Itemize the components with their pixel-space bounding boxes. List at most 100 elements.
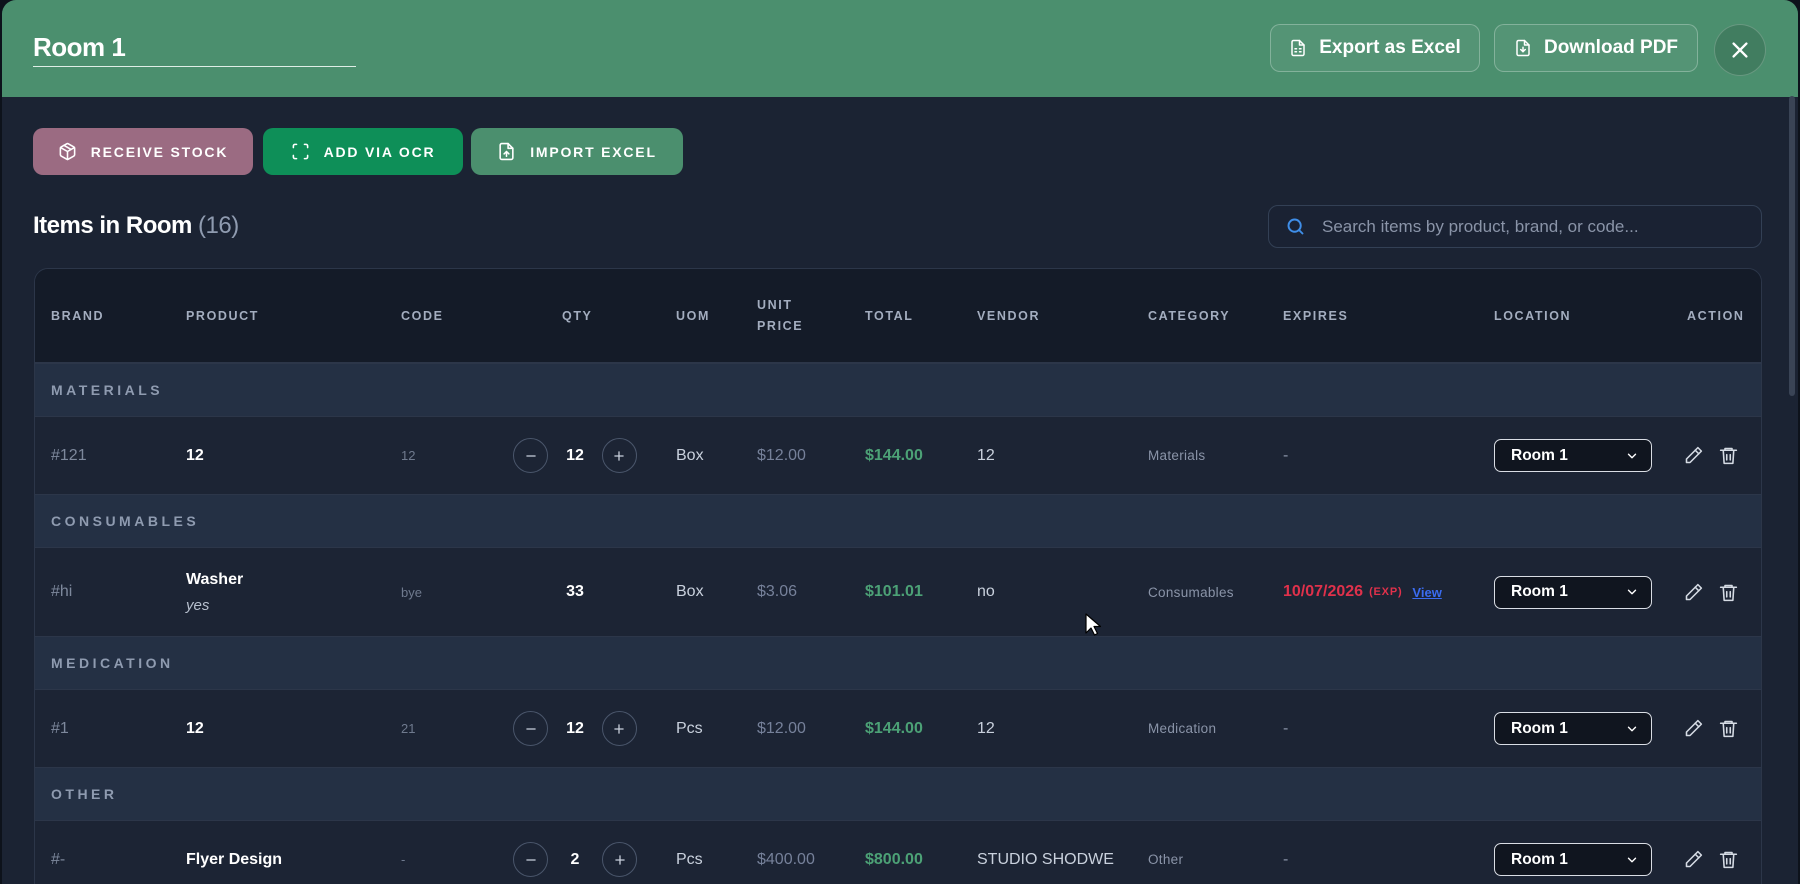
location-value: Room 1 — [1511, 850, 1568, 868]
col-uom[interactable]: UOM — [676, 269, 710, 363]
chevron-down-icon — [1627, 857, 1637, 862]
cell-unit-price: $12.00 — [757, 719, 806, 737]
table-row: #- Flyer Design - 2 Pcs $400.00 $800.00 … — [35, 820, 1761, 884]
trash-icon[interactable] — [1718, 718, 1739, 739]
add-via-ocr-label: ADD VIA OCR — [323, 143, 436, 160]
cell-brand: #- — [51, 850, 66, 868]
product-name: 12 — [186, 446, 204, 464]
expired-badge: (EXP) — [1369, 586, 1403, 598]
modal-header: Room 1 Export as Excel Download PDF — [2, 0, 1798, 97]
cell-unit-price: $3.06 — [757, 583, 798, 600]
col-brand[interactable]: BRAND — [51, 269, 104, 363]
group-header-materials: MATERIALS — [35, 363, 1761, 416]
receive-stock-button[interactable]: RECEIVE STOCK — [33, 128, 253, 175]
cell-location: Room 1 — [1494, 690, 1652, 767]
col-unit-price-line2: PRICE — [757, 319, 804, 333]
add-via-ocr-button[interactable]: ADD VIA OCR — [263, 128, 463, 175]
file-upload-icon — [499, 142, 514, 161]
close-button[interactable] — [1714, 24, 1766, 76]
search-input[interactable]: Search items by product, brand, or code.… — [1268, 205, 1762, 248]
minus-icon — [525, 858, 536, 861]
pencil-icon[interactable] — [1683, 445, 1704, 466]
trash-icon[interactable] — [1718, 445, 1739, 466]
cell-brand: #hi — [51, 583, 73, 600]
plus-icon — [614, 723, 625, 734]
cell-category: Medication — [1148, 721, 1217, 736]
cell-total: $101.01 — [865, 583, 923, 600]
qty-increment-button[interactable] — [601, 711, 637, 746]
cell-vendor: 12 — [977, 446, 995, 464]
chevron-down-icon — [1627, 453, 1637, 458]
group-header-consumables: CONSUMABLES — [35, 494, 1761, 547]
download-pdf-button[interactable]: Download PDF — [1494, 24, 1698, 72]
col-expires[interactable]: EXPIRES — [1283, 269, 1348, 363]
qty-value: 33 — [566, 583, 584, 600]
package-icon — [59, 142, 76, 161]
cell-vendor: no — [977, 583, 995, 600]
location-value: Room 1 — [1511, 583, 1568, 600]
cell-code: - — [401, 852, 406, 867]
cell-code: 12 — [401, 448, 416, 463]
location-select[interactable]: Room 1 — [1494, 843, 1652, 876]
search-placeholder: Search items by product, brand, or code.… — [1322, 216, 1639, 236]
product-name: Flyer Design — [186, 850, 283, 868]
col-location[interactable]: LOCATION — [1494, 269, 1571, 363]
scrollbar-thumb[interactable] — [1789, 96, 1795, 396]
cell-brand: #1 — [51, 719, 69, 737]
qty-decrement-button[interactable] — [513, 711, 548, 746]
qty-increment-button[interactable] — [602, 842, 637, 877]
room-title-input[interactable]: Room 1 — [33, 30, 356, 67]
cell-uom: Pcs — [676, 719, 703, 737]
download-pdf-label: Download PDF — [1543, 37, 1679, 58]
location-value: Room 1 — [1511, 446, 1568, 464]
col-code[interactable]: CODE — [401, 269, 444, 363]
chevron-down-icon — [1627, 726, 1637, 731]
table-row: #1 12 21 12 Pcs $12.00 $144.00 12 Medica… — [35, 689, 1761, 767]
col-category[interactable]: CATEGORY — [1148, 269, 1230, 363]
expiry-date: 10/07/2026 — [1283, 583, 1364, 600]
cell-code: 21 — [401, 721, 416, 736]
pencil-icon[interactable] — [1683, 849, 1704, 870]
room-modal: Room 1 Export as Excel Download PDF RECE… — [2, 0, 1798, 884]
cell-vendor: 12 — [977, 719, 995, 737]
view-expiry-link[interactable]: View — [1412, 585, 1441, 600]
trash-icon[interactable] — [1718, 582, 1739, 603]
export-excel-button[interactable]: Export as Excel — [1270, 24, 1480, 72]
minus-icon — [525, 454, 536, 457]
trash-icon[interactable] — [1718, 849, 1739, 870]
group-header-other: OTHER — [35, 767, 1761, 820]
col-vendor[interactable]: VENDOR — [977, 269, 1040, 363]
cell-expires: 10/07/2026 (EXP) View — [1283, 548, 1442, 636]
col-qty[interactable]: QTY — [562, 269, 593, 363]
qty-increment-button[interactable] — [601, 438, 637, 473]
cell-product: 12 — [186, 690, 204, 767]
cell-unit-price: $12.00 — [757, 446, 806, 464]
location-select[interactable]: Room 1 — [1494, 439, 1652, 472]
qty-value: 2 — [570, 850, 580, 868]
cell-category: Consumables — [1148, 584, 1234, 600]
product-name: Washer — [186, 570, 244, 588]
quantity-stepper: 12 — [513, 417, 637, 494]
col-product[interactable]: PRODUCT — [186, 269, 259, 363]
qty-decrement-button[interactable] — [513, 438, 548, 473]
cell-actions — [1683, 548, 1739, 636]
cell-product: Flyer Design — [186, 821, 282, 884]
col-unit-price[interactable]: UNIT PRICE — [757, 269, 803, 363]
cell-total: $144.00 — [865, 719, 923, 737]
qty-value: 12 — [566, 719, 584, 737]
export-excel-label: Export as Excel — [1319, 37, 1461, 58]
location-select[interactable]: Room 1 — [1494, 712, 1652, 745]
scan-icon — [292, 143, 308, 160]
import-excel-button[interactable]: IMPORT EXCEL — [471, 128, 683, 175]
qty-decrement-button[interactable] — [513, 842, 548, 877]
col-total[interactable]: TOTAL — [865, 269, 914, 363]
pencil-icon[interactable] — [1683, 582, 1704, 603]
group-header-medication: MEDICATION — [35, 636, 1761, 689]
pencil-icon[interactable] — [1683, 718, 1704, 739]
location-value: Room 1 — [1511, 719, 1568, 737]
location-select[interactable]: Room 1 — [1494, 575, 1652, 609]
minus-icon — [525, 727, 536, 730]
file-download-icon — [1516, 39, 1530, 57]
cell-uom: Pcs — [676, 850, 703, 868]
plus-icon — [614, 854, 625, 865]
